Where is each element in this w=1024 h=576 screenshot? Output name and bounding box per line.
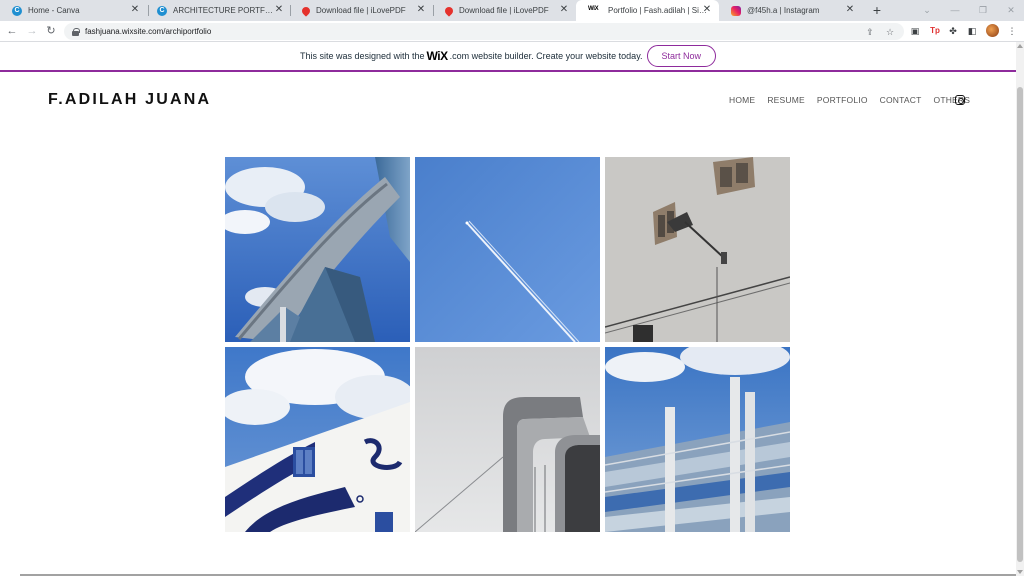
site-navigation: HOME RESUME PORTFOLIO CONTACT OTHERS: [729, 95, 970, 105]
canva-icon: C: [157, 5, 167, 16]
scrollbar-thumb[interactable]: [1017, 87, 1023, 562]
reload-icon[interactable]: ↻: [44, 24, 58, 38]
cast-icon[interactable]: ▣: [909, 25, 921, 37]
url-text: fashjuana.wixsite.com/archiportfolio: [85, 27, 212, 36]
scroll-up-icon[interactable]: [1017, 44, 1023, 48]
nav-portfolio[interactable]: PORTFOLIO: [817, 95, 868, 105]
close-icon[interactable]: ✕: [701, 4, 713, 16]
forward-arrow-icon[interactable]: →: [25, 24, 39, 38]
nav-resume[interactable]: RESUME: [767, 95, 805, 105]
restore-icon[interactable]: ❐: [976, 3, 990, 17]
wix-icon: WiX: [588, 5, 599, 12]
scroll-down-icon[interactable]: [1017, 570, 1023, 574]
instagram-icon: [731, 5, 741, 16]
photo-glass-facade[interactable]: [605, 347, 790, 532]
banner-text-after: .com website builder. Create your websit…: [449, 51, 643, 61]
wix-banner-message: This site was designed with the WiX .com…: [300, 49, 643, 63]
tab-title: Portfolio | Fash.adilah | Singapor: [608, 6, 711, 15]
bookmark-star-icon[interactable]: ☆: [884, 26, 896, 38]
browser-tab-5[interactable]: WiX Portfolio | Fash.adilah | Singapor ✕: [576, 0, 719, 21]
close-icon[interactable]: ✕: [273, 4, 285, 16]
address-bar[interactable]: fashjuana.wixsite.com/archiportfolio ⇪ ☆: [64, 23, 904, 40]
photo-marina-bay-sands[interactable]: [225, 157, 410, 342]
side-panel-icon[interactable]: ◧: [966, 25, 978, 37]
ilovepdf-icon: [443, 4, 455, 17]
photo-gallery: [225, 157, 790, 532]
close-icon[interactable]: ✕: [844, 4, 856, 16]
kebab-menu-icon[interactable]: ⋮: [1006, 25, 1018, 37]
tab-search-icon[interactable]: ⌄: [920, 3, 934, 17]
photo-wall-lamp[interactable]: [605, 157, 790, 342]
canva-icon: C: [12, 5, 22, 16]
ilovepdf-icon: [300, 4, 312, 17]
profile-avatar[interactable]: [986, 24, 999, 37]
nav-home[interactable]: HOME: [729, 95, 755, 105]
browser-tab-1[interactable]: C Home - Canva ✕: [0, 0, 147, 21]
browser-tab-strip: C Home - Canva ✕ C ARCHITECTURE PORTFOLI…: [0, 0, 1024, 21]
wix-logo: WiX: [426, 49, 449, 63]
browser-tab-4[interactable]: Download file | iLovePDF ✕: [433, 0, 576, 21]
browser-tab-6[interactable]: @f45h.a | Instagram ✕: [719, 0, 862, 21]
browser-toolbar: ← → ↻ fashjuana.wixsite.com/archiportfol…: [0, 21, 1024, 42]
close-icon[interactable]: ✕: [129, 4, 141, 16]
extensions-puzzle-icon[interactable]: ✤: [947, 25, 959, 37]
back-arrow-icon[interactable]: ←: [5, 24, 19, 38]
photo-blue-mural-building[interactable]: [225, 347, 410, 532]
minimize-icon[interactable]: —: [948, 3, 962, 17]
vertical-scrollbar[interactable]: [1016, 42, 1024, 576]
tab-title: ARCHITECTURE PORTFOLIO - De: [173, 6, 277, 15]
banner-text-before: This site was designed with the: [299, 51, 425, 61]
photo-curved-facade[interactable]: [415, 347, 600, 532]
extension-tp-icon[interactable]: Tp: [929, 25, 941, 37]
wix-promo-banner: This site was designed with the WiX .com…: [0, 42, 1016, 72]
new-tab-button[interactable]: +: [870, 2, 884, 18]
nav-contact[interactable]: CONTACT: [880, 95, 922, 105]
lock-icon[interactable]: [72, 27, 80, 36]
close-icon[interactable]: ✕: [558, 4, 570, 16]
site-logo[interactable]: F.ADILAH JUANA: [48, 91, 211, 109]
photo-airplane-contrail[interactable]: [415, 157, 600, 342]
browser-tab-2[interactable]: C ARCHITECTURE PORTFOLIO - De ✕: [145, 0, 291, 21]
browser-tab-3[interactable]: Download file | iLovePDF ✕: [290, 0, 433, 21]
close-icon[interactable]: ✕: [415, 4, 427, 16]
start-now-button[interactable]: Start Now: [646, 45, 717, 67]
window-close-icon[interactable]: ✕: [1004, 3, 1018, 17]
instagram-icon[interactable]: [955, 95, 965, 105]
share-icon[interactable]: ⇪: [864, 26, 876, 38]
